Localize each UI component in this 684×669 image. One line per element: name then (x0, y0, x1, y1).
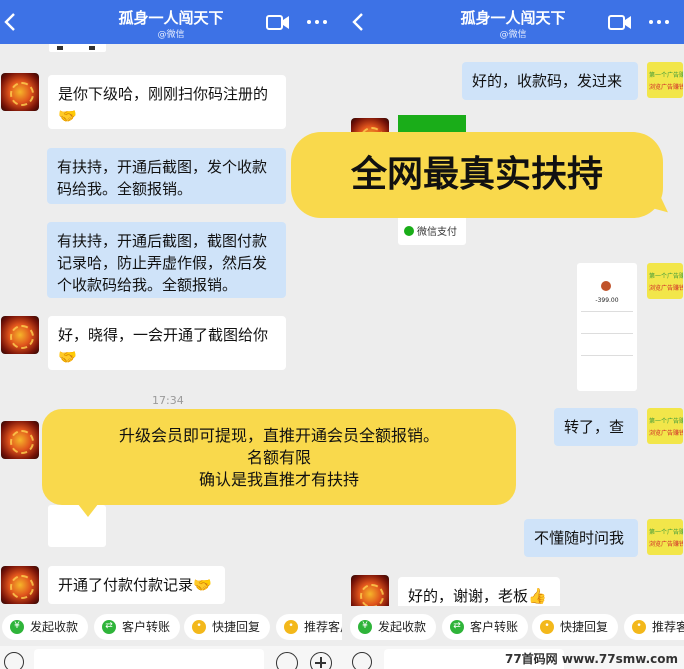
chat-subtitle: @微信 (157, 30, 185, 40)
emoji-icon[interactable] (276, 652, 298, 669)
quick-action-bar: ¥发起收款 ⇄客户转账 •快捷回复 •推荐客户 (342, 606, 684, 646)
message-text: 有扶持，开通后截图，发个收款码给我。全额报销。 (57, 158, 268, 198)
promo-callout-large: 全网最真实扶持 (291, 132, 663, 218)
thumbs-up-emoji: 👍 (528, 587, 547, 605)
user-avatar[interactable]: 第一个广告赚钱浏览广告赚钱 (647, 263, 683, 299)
video-call-icon[interactable] (266, 14, 290, 31)
user-avatar[interactable]: 第一个广告赚钱浏览广告赚钱 (647, 408, 683, 444)
message-bubble-sent[interactable]: 好的，收款码，发过来 (462, 62, 638, 100)
quick-reply-button[interactable]: • 快捷回复 (184, 614, 271, 640)
recommend-customer-button[interactable]: •推荐客户 (624, 614, 684, 640)
contact-avatar[interactable] (1, 566, 39, 604)
message-bubble-sent[interactable]: 不懂随时问我 (524, 519, 638, 557)
chat-bubble-icon: • (632, 620, 646, 634)
contact-avatar[interactable] (1, 421, 39, 459)
contact-avatar[interactable] (1, 316, 39, 354)
transfer-icon: ⇄ (450, 620, 464, 634)
message-text: 好的，谢谢，老板 (408, 587, 529, 605)
message-bubble-sent[interactable]: 有扶持，开通后截图，发个收款码给我。全额报销。 (47, 148, 286, 204)
recommend-customer-button[interactable]: •推荐客户 (276, 614, 342, 640)
plus-icon[interactable] (310, 652, 332, 669)
user-avatar[interactable]: 第一个广告赚钱浏览广告赚钱 (647, 519, 683, 555)
chat-subtitle: @微信 (499, 30, 527, 40)
site-watermark: 77首码网 www.77smw.com (504, 652, 678, 666)
user-avatar[interactable]: 第一个广告赚钱浏览广告赚钱 (647, 62, 683, 98)
message-bubble-sent[interactable]: 转了，查 (554, 408, 638, 446)
message-text: 转了，查 (564, 418, 625, 436)
more-options-icon[interactable] (648, 14, 670, 30)
customer-transfer-button[interactable]: ⇄ 客户转账 (94, 614, 181, 640)
chat-bubble-icon: • (284, 620, 298, 634)
yen-icon: ¥ (10, 620, 24, 634)
message-bubble[interactable]: 好，晓得，一会开通了截图给你 🤝 (48, 316, 286, 370)
handshake-emoji: 🤝 (193, 576, 212, 594)
initiate-payment-button[interactable]: ¥ 发起收款 (2, 614, 89, 640)
video-call-icon[interactable] (608, 14, 632, 31)
handshake-emoji: 🤝 (58, 107, 77, 125)
yen-icon: ¥ (358, 620, 372, 634)
chat-title: 孤身一人闯天下 (460, 9, 566, 27)
promo-line: 名额有限 (246, 448, 311, 467)
message-text: 开通了付款付款记录 (58, 576, 194, 594)
chat-panel-right: 孤身一人闯天下 @微信 好的，收款码，发过来 第一个广告赚钱浏览广告赚钱 -39… (342, 0, 684, 669)
payee-avatar-icon (601, 281, 611, 291)
chat-title: 孤身一人闯天下 (118, 9, 224, 27)
message-bubble[interactable]: 开通了付款付款记录🤝 (48, 566, 225, 604)
contact-avatar[interactable] (1, 73, 39, 111)
quick-action-bar: ¥发起收款 ⇄客户转账 •快捷回复 •推荐客户 (0, 606, 342, 646)
more-options-icon[interactable] (306, 14, 328, 30)
message-bubble[interactable]: 是你下级哈，刚刚扫你码注册的 🤝 (48, 75, 286, 129)
wechat-pay-label: 微信支付 (404, 223, 457, 238)
message-text: 是你下级哈，刚刚扫你码注册的 (58, 85, 269, 103)
quick-reply-button[interactable]: • 快捷回复 (532, 614, 619, 640)
input-bar (0, 646, 342, 669)
message-input[interactable] (34, 649, 264, 669)
chat-header: 孤身一人闯天下 @微信 (0, 0, 342, 44)
voice-icon[interactable] (4, 652, 24, 669)
chat-header: 孤身一人闯天下 @微信 (342, 0, 684, 44)
handshake-emoji: 🤝 (58, 348, 77, 366)
promo-callout-banner: 升级会员即可提现，直推开通会员全额报销。 名额有限 确认是我直推才有扶持 (42, 409, 516, 517)
image-message-partial[interactable] (49, 44, 106, 52)
promo-line: 确认是我直推才有扶持 (198, 470, 359, 489)
payment-amount: -399.00 (595, 297, 619, 304)
customer-transfer-button[interactable]: ⇄ 客户转账 (442, 614, 529, 640)
payment-screenshot-image[interactable]: -399.00 (577, 263, 637, 391)
message-text: 不懂随时问我 (534, 529, 625, 547)
screenshot-collage: 孤身一人闯天下 @微信 是你下级哈，刚刚扫你码注册的 🤝 有扶持，开通后截图，发… (0, 0, 684, 669)
message-text: 有扶持，开通后截图，截图付款记录哈，防止弄虚作假，然后发个收款码给我。全额报销。 (57, 232, 268, 294)
message-timestamp: 17:34 (152, 394, 184, 407)
message-text: 好的，收款码，发过来 (472, 72, 623, 90)
message-bubble-sent[interactable]: 有扶持，开通后截图，截图付款记录哈，防止弄虚作假，然后发个收款码给我。全额报销。 (47, 222, 286, 298)
chat-bubble-icon: • (192, 620, 206, 634)
transfer-icon: ⇄ (102, 620, 116, 634)
promo-line: 升级会员即可提现，直推开通会员全额报销。 (118, 426, 439, 445)
chat-panel-left: 孤身一人闯天下 @微信 是你下级哈，刚刚扫你码注册的 🤝 有扶持，开通后截图，发… (0, 0, 342, 669)
initiate-payment-button[interactable]: ¥ 发起收款 (350, 614, 437, 640)
message-text: 好，晓得，一会开通了截图给你 (58, 326, 269, 344)
promo-callout-text: 全网最真实扶持 (350, 154, 603, 195)
chat-bubble-icon: • (540, 620, 554, 634)
voice-icon[interactable] (352, 652, 372, 669)
